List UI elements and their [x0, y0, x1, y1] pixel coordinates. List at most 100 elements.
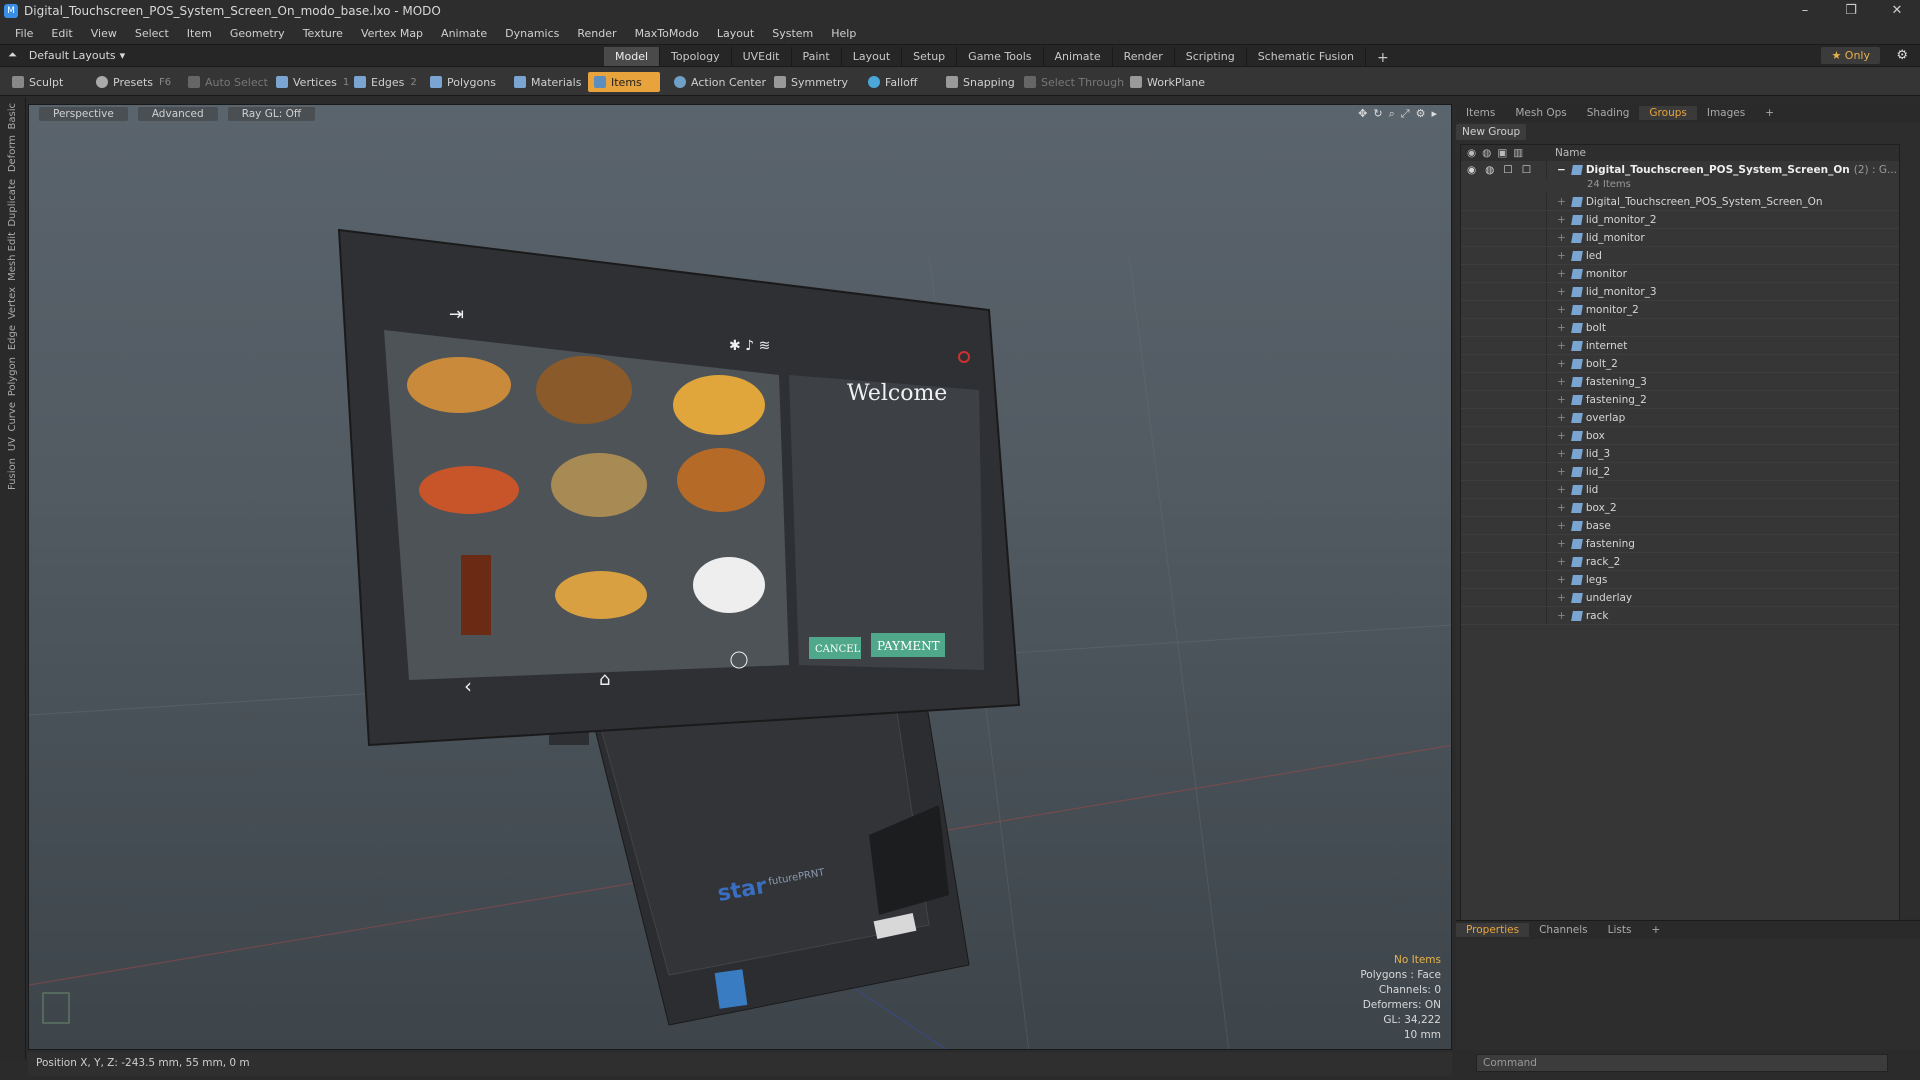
expand-icon[interactable]: +	[1557, 232, 1566, 244]
tab-deform[interactable]: Deform	[7, 135, 18, 172]
tab-items[interactable]: Items	[1456, 106, 1505, 120]
tab-duplicate[interactable]: Duplicate	[7, 179, 18, 227]
tree-row[interactable]: + box_2	[1461, 499, 1899, 517]
menu-view[interactable]: View	[82, 27, 126, 40]
render-icon[interactable]: ▥	[1513, 147, 1523, 159]
symmetry-button[interactable]: Symmetry	[768, 72, 854, 92]
tab-mesh-ops[interactable]: Mesh Ops	[1505, 106, 1576, 120]
tree-row[interactable]: + overlap	[1461, 409, 1899, 427]
tree-row[interactable]: + monitor	[1461, 265, 1899, 283]
items-button[interactable]: Items	[588, 72, 660, 92]
tree-row[interactable]: + internet	[1461, 337, 1899, 355]
expand-icon[interactable]: +	[1557, 556, 1566, 568]
tree-row[interactable]: + lid_monitor_3	[1461, 283, 1899, 301]
lock-icon[interactable]: ◍	[1485, 164, 1494, 176]
maximize-icon[interactable]: ❐	[1828, 0, 1874, 22]
new-group-button[interactable]: New Group	[1456, 124, 1527, 140]
tab-curve[interactable]: Curve	[7, 402, 18, 432]
expand-icon[interactable]: +	[1557, 610, 1566, 622]
expand-icon[interactable]: +	[1557, 592, 1566, 604]
tree-row[interactable]: + bolt	[1461, 319, 1899, 337]
tab-lists[interactable]: Lists	[1598, 923, 1642, 937]
add-tab-icon[interactable]: +	[1641, 923, 1670, 937]
tab-fusion[interactable]: Fusion	[7, 458, 18, 490]
collapse-icon[interactable]: −	[1557, 164, 1566, 176]
expand-icon[interactable]: +	[1557, 466, 1566, 478]
minimize-icon[interactable]: –	[1782, 0, 1828, 22]
only-button[interactable]: ★ Only	[1821, 47, 1880, 64]
menu-maxtomodo[interactable]: MaxToModo	[626, 27, 708, 40]
expand-icon[interactable]: +	[1557, 304, 1566, 316]
checkbox[interactable]: ☐	[1522, 164, 1531, 176]
expand-icon[interactable]: +	[1557, 196, 1566, 208]
falloff-button[interactable]: Falloff	[862, 72, 923, 92]
expand-icon[interactable]: +	[1557, 250, 1566, 262]
lock-icon[interactable]: ◍	[1482, 147, 1491, 159]
expand-icon[interactable]: +	[1557, 214, 1566, 226]
tab-mesh-edit[interactable]: Mesh Edit	[7, 232, 18, 281]
add-tab-icon[interactable]: +	[1755, 106, 1784, 120]
tree-row[interactable]: + monitor_2	[1461, 301, 1899, 319]
expand-icon[interactable]: +	[1557, 394, 1566, 406]
eye-icon[interactable]: ◉	[1467, 147, 1476, 159]
materials-button[interactable]: Materials	[508, 72, 587, 92]
tree-row[interactable]: + legs	[1461, 571, 1899, 589]
tree-row[interactable]: + Digital_Touchscreen_POS_System_Screen_O…	[1461, 193, 1899, 211]
tree-row[interactable]: + fastening_2	[1461, 391, 1899, 409]
presets-button[interactable]: Presets F6	[90, 72, 177, 92]
expand-icon[interactable]: +	[1557, 574, 1566, 586]
menu-file[interactable]: File	[6, 27, 42, 40]
tab-properties[interactable]: Properties	[1456, 923, 1530, 937]
menu-animate[interactable]: Animate	[432, 27, 496, 40]
menu-vertex-map[interactable]: Vertex Map	[352, 27, 432, 40]
menu-texture[interactable]: Texture	[294, 27, 352, 40]
select-through-button[interactable]: Select Through	[1018, 72, 1130, 92]
menu-layout[interactable]: Layout	[708, 27, 763, 40]
menu-select[interactable]: Select	[126, 27, 178, 40]
tab-vertex[interactable]: Vertex	[7, 287, 18, 319]
name-column-header[interactable]: Name	[1547, 147, 1586, 159]
expand-icon[interactable]: +	[1557, 322, 1566, 334]
expand-icon[interactable]: +	[1557, 376, 1566, 388]
menu-edit[interactable]: Edit	[42, 27, 81, 40]
tree-row[interactable]: + rack	[1461, 607, 1899, 625]
vertices-button[interactable]: Vertices 1	[270, 72, 355, 92]
menu-help[interactable]: Help	[822, 27, 865, 40]
group-row[interactable]: ◉ ◍ ☐ ☐ − Digital_Touchscreen_POS_System_Scr…	[1461, 161, 1899, 179]
workplane-button[interactable]: WorkPlane	[1124, 72, 1211, 92]
tab-images[interactable]: Images	[1697, 106, 1755, 120]
tree-row[interactable]: + base	[1461, 517, 1899, 535]
expand-icon[interactable]: +	[1557, 340, 1566, 352]
gear-icon[interactable]: ⚙	[1896, 48, 1908, 63]
tree-row[interactable]: + lid	[1461, 481, 1899, 499]
menu-system[interactable]: System	[763, 27, 822, 40]
expand-icon[interactable]: +	[1557, 412, 1566, 424]
tree-row[interactable]: + fastening_3	[1461, 373, 1899, 391]
select-icon[interactable]: ▣	[1497, 147, 1507, 159]
expand-icon[interactable]: +	[1557, 502, 1566, 514]
command-input[interactable]: Command	[1476, 1054, 1888, 1072]
expand-icon[interactable]: +	[1557, 430, 1566, 442]
menu-dynamics[interactable]: Dynamics	[496, 27, 568, 40]
expand-icon[interactable]: +	[1557, 484, 1566, 496]
tree-row[interactable]: + lid_2	[1461, 463, 1899, 481]
edges-button[interactable]: Edges 2	[348, 72, 423, 92]
menu-geometry[interactable]: Geometry	[221, 27, 294, 40]
polygons-button[interactable]: Polygons	[424, 72, 502, 92]
expand-icon[interactable]: +	[1557, 286, 1566, 298]
expand-icon[interactable]: +	[1557, 358, 1566, 370]
auto-select-button[interactable]: Auto Select	[182, 72, 274, 92]
tree-row[interactable]: + rack_2	[1461, 553, 1899, 571]
tree-row[interactable]: + box	[1461, 427, 1899, 445]
tab-groups[interactable]: Groups	[1639, 106, 1697, 120]
eye-icon[interactable]: ◉	[1467, 164, 1476, 176]
tree-row[interactable]: + lid_monitor_2	[1461, 211, 1899, 229]
snapping-button[interactable]: Snapping	[940, 72, 1021, 92]
expand-icon[interactable]: +	[1557, 520, 1566, 532]
tab-uv[interactable]: UV	[7, 437, 18, 451]
tree-row[interactable]: + underlay	[1461, 589, 1899, 607]
expand-icon[interactable]: +	[1557, 538, 1566, 550]
tree-row[interactable]: + fastening	[1461, 535, 1899, 553]
groups-tree[interactable]: ◉ ◍ ▣ ▥ Name ◉ ◍ ☐ ☐ − Digital_Touchscreen_P…	[1460, 144, 1900, 1016]
sculpt-button[interactable]: Sculpt	[6, 72, 69, 92]
